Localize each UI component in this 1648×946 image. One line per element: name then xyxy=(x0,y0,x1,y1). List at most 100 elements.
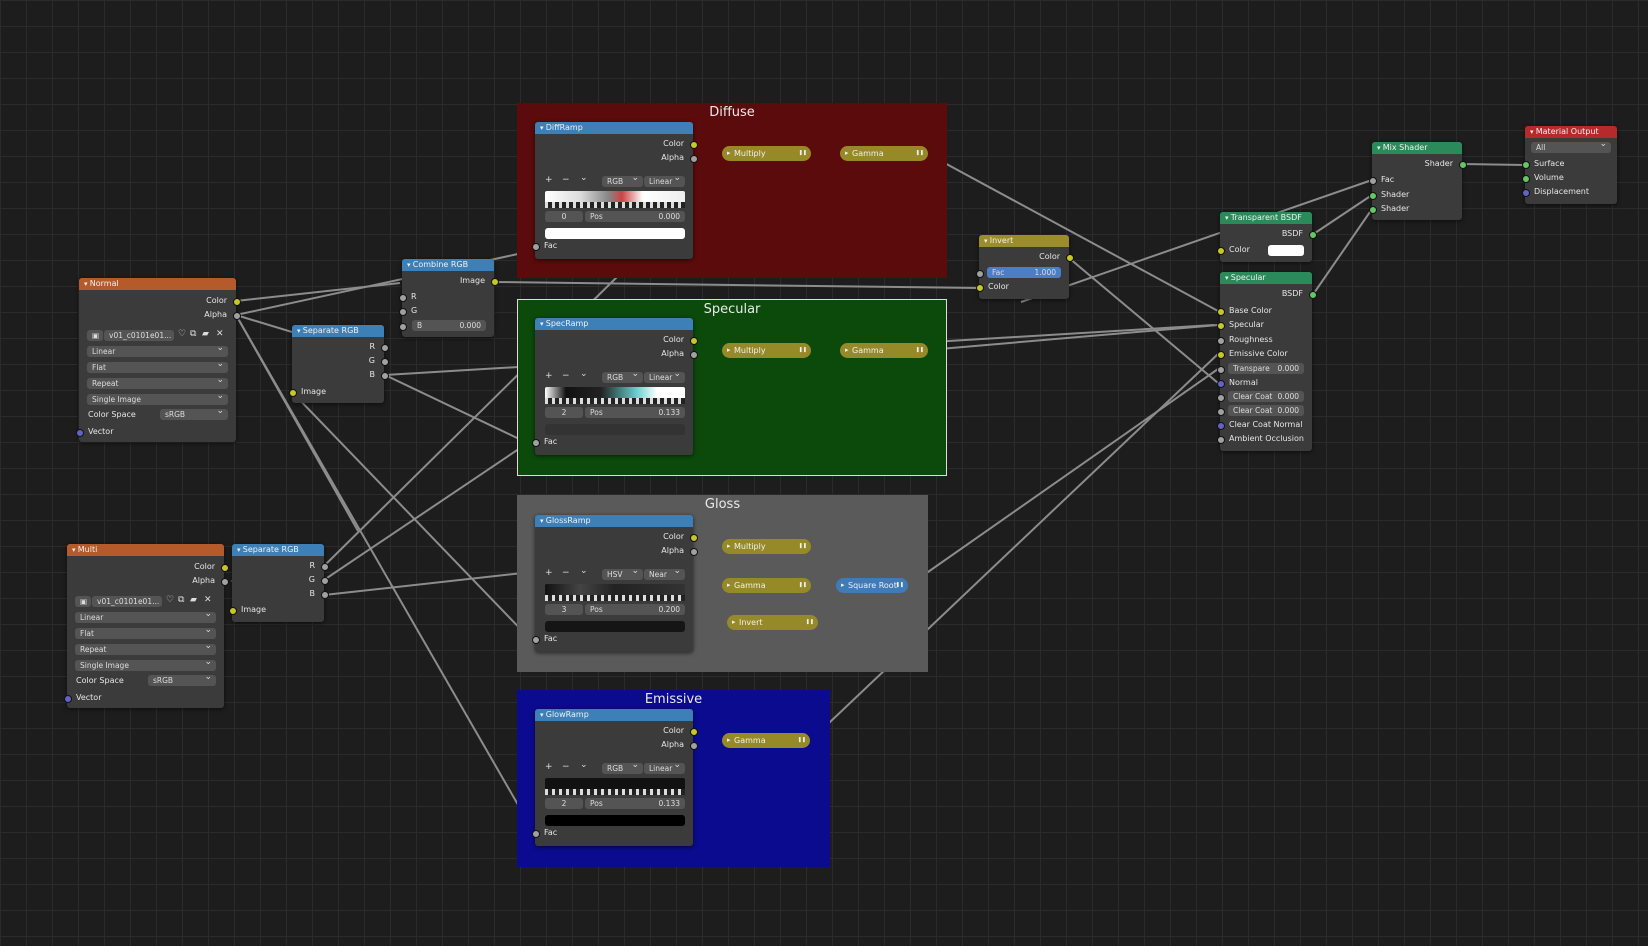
clear-coat-roughness-field[interactable]: Clear Coat 0.000 xyxy=(1228,405,1304,416)
folder-icon[interactable]: ▰ xyxy=(202,329,209,339)
source-select[interactable]: Single Image xyxy=(75,660,216,671)
socket-b-in[interactable] xyxy=(399,323,407,331)
socket-g-in[interactable] xyxy=(399,308,407,316)
stop-position-field[interactable]: Pos 0.133 xyxy=(585,798,685,809)
socket-color-out[interactable] xyxy=(233,298,241,306)
socket-ao-in[interactable] xyxy=(1217,436,1225,444)
socket-shader-out[interactable] xyxy=(1459,161,1467,169)
color-space-select[interactable]: sRGB xyxy=(148,675,216,686)
extension-select[interactable]: Repeat xyxy=(75,644,216,655)
close-icon[interactable]: ✕ xyxy=(216,329,224,339)
socket-fac-in[interactable] xyxy=(532,830,540,838)
image-browse-button[interactable]: ▣ xyxy=(75,596,91,607)
socket-specular-in[interactable] xyxy=(1217,322,1225,330)
stop-color-swatch[interactable] xyxy=(545,424,685,435)
socket-image-in[interactable] xyxy=(229,607,237,615)
socket-color-out[interactable] xyxy=(1066,254,1074,262)
square-root-node[interactable]: Square Root xyxy=(836,578,908,593)
remove-stop-button[interactable]: − xyxy=(562,762,570,772)
socket-g-out[interactable] xyxy=(321,577,329,585)
socket-bsdf-out[interactable] xyxy=(1309,291,1317,299)
socket-fac-in[interactable] xyxy=(532,243,540,251)
ramp-menu-button[interactable]: ⌄ xyxy=(580,760,588,770)
socket-alpha-out[interactable] xyxy=(221,578,229,586)
socket-color-out[interactable] xyxy=(690,534,698,542)
stop-position-field[interactable]: Pos 0.200 xyxy=(585,604,685,615)
gamma-node[interactable]: Gamma xyxy=(840,146,928,161)
socket-color-out[interactable] xyxy=(690,337,698,345)
stop-index-field[interactable]: 2 xyxy=(545,798,583,809)
image-browse-button[interactable]: ▣ xyxy=(87,330,103,341)
socket-fac-in[interactable] xyxy=(532,439,540,447)
node-separate-rgb[interactable]: Separate RGB R G B Image xyxy=(229,544,329,622)
node-invert[interactable]: Invert Color Fac 1.000 Color xyxy=(976,235,1074,299)
socket-vector-in[interactable] xyxy=(76,429,84,437)
color-mode-select[interactable]: RGB xyxy=(602,372,643,383)
socket-r-in[interactable] xyxy=(399,294,407,302)
socket-image-in[interactable] xyxy=(289,389,297,397)
socket-color-out[interactable] xyxy=(690,728,698,736)
copy-icon[interactable]: ⧉ xyxy=(190,329,196,339)
stop-index-field[interactable]: 0 xyxy=(545,211,583,222)
node-spec-ramp[interactable]: SpecRamp Color Alpha + − ⌄ RGB Linear 2 … xyxy=(532,318,698,455)
projection-select[interactable]: Flat xyxy=(75,628,216,639)
node-normal-texture[interactable]: Normal Color Alpha ▣ v01_c0101e01... ♡ ⧉… xyxy=(76,278,241,442)
copy-icon[interactable]: ⧉ xyxy=(178,595,184,605)
socket-surface-in[interactable] xyxy=(1522,161,1530,169)
socket-image-out[interactable] xyxy=(491,278,499,286)
node-transparent-bsdf[interactable]: Transparent BSDF BSDF Color xyxy=(1217,212,1317,262)
gamma-node[interactable]: Gamma xyxy=(840,343,928,358)
interpolation-select[interactable]: Linear xyxy=(75,612,216,623)
node-specular-bsdf[interactable]: Specular BSDF Base Color Specular Roughn… xyxy=(1217,272,1317,451)
stop-color-swatch[interactable] xyxy=(545,815,685,826)
ramp-menu-button[interactable]: ⌄ xyxy=(580,369,588,379)
node-multi-texture[interactable]: Multi Color Alpha ▣ v01_c0101e01... ♡ ⧉ … xyxy=(64,544,229,708)
transparency-field[interactable]: Transpare 0.000 xyxy=(1228,363,1304,374)
stop-index-field[interactable]: 2 xyxy=(545,407,583,418)
socket-roughness-in[interactable] xyxy=(1217,337,1225,345)
projection-select[interactable]: Flat xyxy=(87,362,228,373)
gamma-node[interactable]: Gamma xyxy=(722,733,810,748)
node-separate-rgb[interactable]: Separate RGB R G B Image xyxy=(289,325,389,403)
socket-fac-in[interactable] xyxy=(976,270,984,278)
socket-alpha-out[interactable] xyxy=(690,155,698,163)
node-combine-rgb[interactable]: Combine RGB Image R G B 0.000 xyxy=(399,259,499,337)
node-mix-shader[interactable]: Mix Shader Shader Fac Shader Shader xyxy=(1369,142,1467,220)
b-value-field[interactable]: B 0.000 xyxy=(412,320,486,331)
image-name-field[interactable]: v01_c0101e01... xyxy=(104,330,174,341)
socket-vector-in[interactable] xyxy=(64,695,72,703)
socket-b-out[interactable] xyxy=(321,591,329,599)
multiply-node[interactable]: Multiply xyxy=(722,146,811,161)
target-select[interactable]: All xyxy=(1531,142,1611,153)
socket-r-out[interactable] xyxy=(381,344,389,352)
stop-index-field[interactable]: 3 xyxy=(545,604,583,615)
socket-alpha-out[interactable] xyxy=(690,742,698,750)
socket-shader1-in[interactable] xyxy=(1369,192,1377,200)
ramp-menu-button[interactable]: ⌄ xyxy=(580,566,588,576)
interpolation-select[interactable]: Linear xyxy=(644,372,685,383)
socket-color-in[interactable] xyxy=(1217,247,1225,255)
socket-fac-in[interactable] xyxy=(532,636,540,644)
socket-normal-in[interactable] xyxy=(1217,380,1225,388)
node-glow-ramp[interactable]: GlowRamp Color Alpha + − ⌄ RGB Linear 2 … xyxy=(532,709,698,846)
interpolation-select[interactable]: Linear xyxy=(87,346,228,357)
socket-displacement-in[interactable] xyxy=(1522,189,1530,197)
image-name-field[interactable]: v01_c0101e01... xyxy=(92,596,162,607)
add-stop-button[interactable]: + xyxy=(545,568,553,578)
gamma-node[interactable]: Gamma xyxy=(722,578,811,593)
socket-color-out[interactable] xyxy=(221,564,229,572)
socket-emissive-in[interactable] xyxy=(1217,351,1225,359)
remove-stop-button[interactable]: − xyxy=(562,371,570,381)
add-stop-button[interactable]: + xyxy=(545,175,553,185)
fac-slider[interactable]: Fac 1.000 xyxy=(987,267,1061,278)
socket-color-in[interactable] xyxy=(976,284,984,292)
socket-base-color-in[interactable] xyxy=(1217,308,1225,316)
socket-clear-coat-rough-in[interactable] xyxy=(1217,408,1225,416)
clear-coat-field[interactable]: Clear Coat 0.000 xyxy=(1228,391,1304,402)
node-gloss-ramp[interactable]: GlossRamp Color Alpha + − ⌄ HSV Near 3 P… xyxy=(532,515,698,652)
socket-b-out[interactable] xyxy=(381,372,389,380)
add-stop-button[interactable]: + xyxy=(545,371,553,381)
remove-stop-button[interactable]: − xyxy=(562,175,570,185)
ramp-menu-button[interactable]: ⌄ xyxy=(580,173,588,183)
invert-node[interactable]: Invert xyxy=(727,615,818,630)
